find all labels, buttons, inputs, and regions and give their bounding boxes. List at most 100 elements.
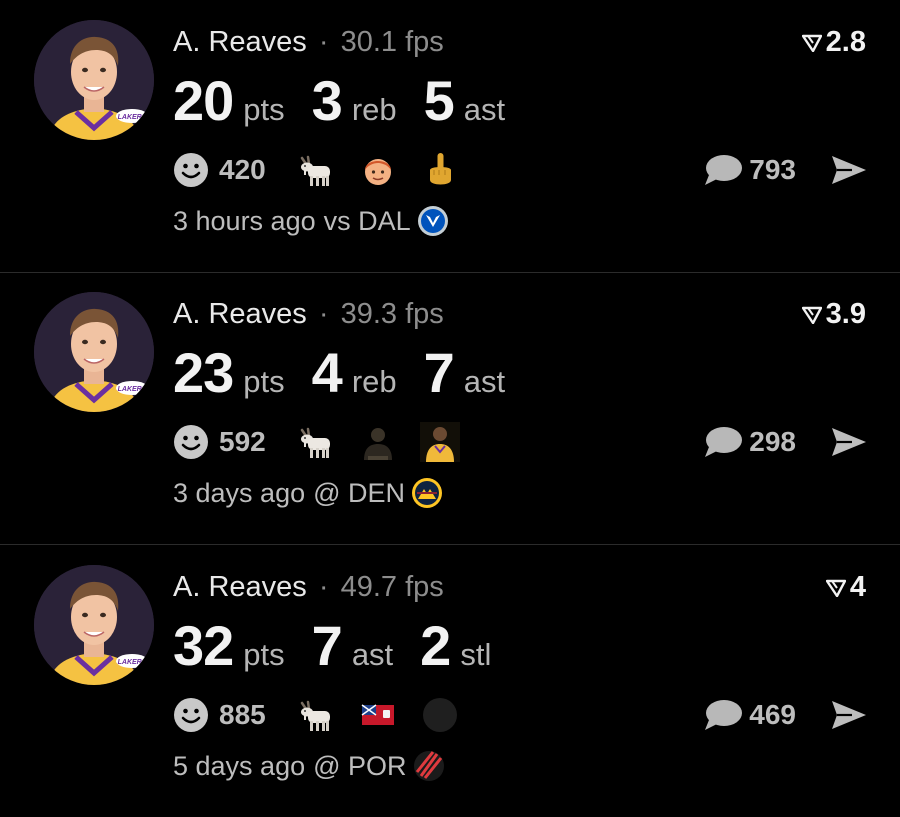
comments-button[interactable]: 298	[703, 420, 796, 464]
reaction-count[interactable]: 885	[219, 699, 266, 731]
stat-value: 7	[423, 341, 455, 404]
rating-value: 2.8	[825, 26, 866, 58]
stat-value: 3	[311, 69, 343, 132]
comment-count: 469	[749, 699, 796, 730]
rating-icon	[802, 34, 822, 52]
post-card[interactable]: A. Reaves · 39.3 fps 3.9 23 pts 4 reb 7 …	[0, 272, 900, 545]
rating-value: 4	[849, 571, 866, 603]
player-name[interactable]: A. Reaves	[173, 26, 307, 58]
fps-score: 49.7 fps	[340, 571, 444, 603]
post-header: A. Reaves · 30.1 fps	[173, 26, 444, 59]
smiley-icon[interactable]	[173, 152, 209, 188]
stat-label: stl	[460, 637, 492, 672]
middle-finger-emoji-icon[interactable]	[420, 150, 460, 190]
fps-score: 39.3 fps	[340, 298, 444, 330]
goat-emoji-icon[interactable]	[296, 150, 336, 190]
stat-label: ast	[463, 92, 506, 127]
comment-bubble-icon	[703, 698, 743, 732]
stat-value: 7	[311, 614, 343, 677]
reactions-bar: 592	[173, 420, 482, 464]
stat-item: 32 pts	[173, 613, 285, 678]
rating-badge[interactable]: 2.8	[802, 26, 866, 59]
player-name[interactable]: A. Reaves	[173, 298, 307, 330]
stat-item: 20 pts	[173, 68, 285, 133]
mavericks-logo-icon	[417, 205, 449, 237]
reaction-count[interactable]: 592	[219, 426, 266, 458]
stat-label: ast	[351, 637, 394, 672]
timestamp: 3 days ago	[173, 477, 306, 508]
stat-item: 7 ast	[312, 613, 394, 678]
stat-value: 2	[420, 614, 451, 677]
stat-item: 2 stl	[420, 613, 491, 678]
post-header: A. Reaves · 39.3 fps	[173, 298, 444, 331]
fps-score: 30.1 fps	[340, 26, 444, 58]
rating-icon	[826, 579, 846, 597]
post-header: A. Reaves · 49.7 fps	[173, 571, 444, 604]
smiley-icon[interactable]	[173, 697, 209, 733]
stat-label: pts	[243, 92, 285, 127]
stat-value: 4	[311, 341, 343, 404]
man-red-hair-emoji-icon[interactable]	[358, 150, 398, 190]
stat-value: 32	[173, 614, 234, 677]
rating-icon	[802, 306, 822, 324]
comment-bubble-icon	[703, 425, 743, 459]
nuggets-logo-icon	[411, 477, 443, 509]
stat-label: pts	[243, 364, 285, 399]
game-meta: 3 days ago @ DEN	[173, 477, 443, 509]
stat-item: 4 reb	[312, 340, 397, 405]
comment-count: 298	[749, 426, 796, 457]
stat-item: 5 ast	[424, 68, 506, 133]
timestamp: 3 hours ago	[173, 205, 316, 236]
reactions-bar: 885	[173, 693, 482, 737]
matchup[interactable]: @ DEN	[313, 478, 405, 509]
activity-feed: A. Reaves · 30.1 fps 2.8 20 pts 3 reb 5 …	[0, 0, 900, 770]
stat-label: reb	[351, 364, 397, 399]
stat-value: 23	[173, 341, 234, 404]
separator-dot: ·	[318, 571, 329, 603]
post-card[interactable]: A. Reaves · 30.1 fps 2.8 20 pts 3 reb 5 …	[0, 0, 900, 273]
stat-item: 3 reb	[312, 68, 397, 133]
post-card[interactable]: A. Reaves · 49.7 fps 4 32 pts 7 ast 2 st…	[0, 545, 900, 817]
player-photo-emoji-icon[interactable]	[420, 422, 460, 462]
reaction-count[interactable]: 420	[219, 154, 266, 186]
stat-item: 7 ast	[424, 340, 506, 405]
matchup[interactable]: vs DAL	[324, 206, 411, 237]
player-avatar[interactable]	[34, 292, 154, 412]
player-avatar[interactable]	[34, 565, 154, 685]
blazers-logo-icon	[413, 750, 445, 782]
comments-button[interactable]: 469	[703, 693, 796, 737]
flag-emoji-icon[interactable]	[358, 695, 398, 735]
comments-button[interactable]: 793	[703, 148, 796, 192]
stat-value: 20	[173, 69, 234, 132]
send-icon[interactable]	[828, 422, 868, 462]
separator-dot: ·	[318, 298, 329, 330]
stat-label: reb	[351, 92, 397, 127]
stat-line: 20 pts 3 reb 5 ast	[173, 68, 532, 133]
stat-label: pts	[243, 637, 285, 672]
matchup[interactable]: @ POR	[313, 751, 406, 782]
game-meta: 3 hours ago vs DAL	[173, 205, 449, 237]
goat-emoji-icon[interactable]	[296, 695, 336, 735]
reactions-bar: 420	[173, 148, 482, 192]
dark-circle-emoji-icon[interactable]	[420, 695, 460, 735]
rating-badge[interactable]: 4	[826, 571, 866, 604]
dark-figure-emoji-icon[interactable]	[358, 422, 398, 462]
stat-line: 23 pts 4 reb 7 ast	[173, 340, 532, 405]
goat-emoji-icon[interactable]	[296, 422, 336, 462]
smiley-icon[interactable]	[173, 424, 209, 460]
send-icon[interactable]	[828, 150, 868, 190]
rating-value: 3.9	[825, 298, 866, 330]
send-icon[interactable]	[828, 695, 868, 735]
comment-bubble-icon	[703, 153, 743, 187]
stat-item: 23 pts	[173, 340, 285, 405]
player-avatar[interactable]	[34, 20, 154, 140]
stat-value: 5	[423, 69, 455, 132]
timestamp: 5 days ago	[173, 750, 306, 781]
comment-count: 793	[749, 154, 796, 185]
separator-dot: ·	[318, 26, 329, 58]
stat-line: 32 pts 7 ast 2 stl	[173, 613, 518, 678]
stat-label: ast	[463, 364, 506, 399]
game-meta: 5 days ago @ POR	[173, 750, 445, 782]
player-name[interactable]: A. Reaves	[173, 571, 307, 603]
rating-badge[interactable]: 3.9	[802, 298, 866, 331]
